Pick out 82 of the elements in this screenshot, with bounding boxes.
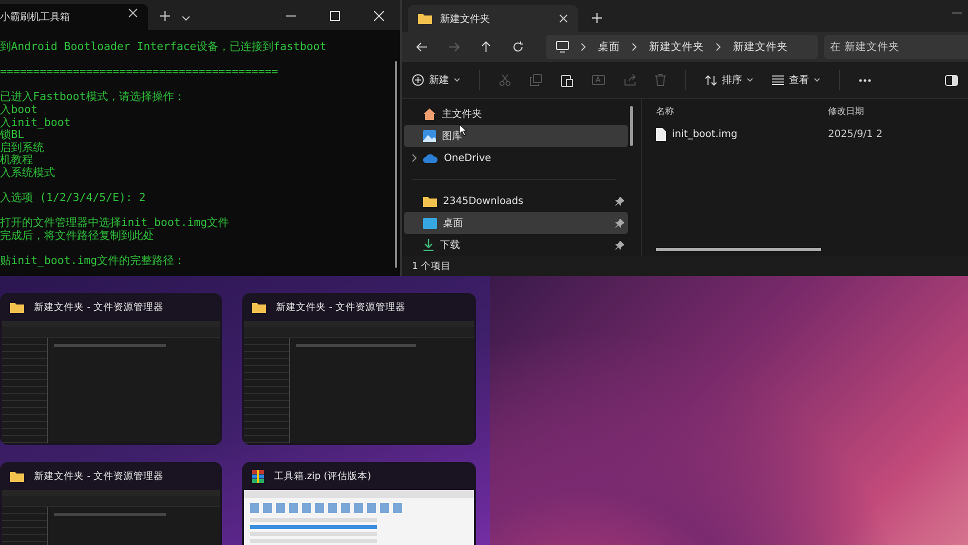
maximize-icon[interactable] (330, 11, 340, 21)
terminal-line: 机教程 (0, 154, 34, 166)
download-icon (423, 239, 434, 251)
window-thumbnail[interactable]: 新建文件夹 - 文件资源管理器 (242, 293, 476, 445)
forward-icon[interactable] (448, 41, 460, 53)
scrollbar[interactable] (395, 61, 397, 268)
chevron-icon[interactable] (412, 154, 417, 162)
close-icon[interactable] (559, 14, 568, 23)
folder-icon (10, 470, 24, 482)
terminal-line: 贴init_boot.img文件的完整路径： (0, 255, 186, 268)
back-icon[interactable] (416, 41, 428, 53)
chevron-icon (581, 43, 586, 51)
terminal-tab[interactable]: 小霸刷机工具箱 (0, 4, 148, 30)
address-bar[interactable]: 桌面 新建文件夹 新建文件夹 (546, 35, 818, 59)
home-icon (423, 108, 436, 120)
pin-icon (615, 196, 624, 206)
plus-circle-icon (412, 74, 424, 86)
scrollbar[interactable] (656, 248, 821, 251)
file-icon (656, 128, 666, 140)
nav-item[interactable]: 主文件夹 (404, 103, 628, 125)
dropdown-icon[interactable] (182, 16, 190, 21)
more-icon[interactable] (859, 78, 871, 82)
window-thumbnail[interactable]: 新建文件夹 - 文件资源管理器 (0, 462, 222, 545)
nav-item[interactable]: 2345Downloads (404, 190, 628, 212)
pin-icon (615, 240, 624, 250)
breadcrumb-item[interactable]: 新建文件夹 (649, 40, 704, 54)
sort-icon (705, 74, 717, 86)
terminal-line: 入系统模式 (0, 166, 56, 180)
nav-item[interactable]: 下载 (404, 234, 628, 256)
terminal-line: 打开的文件管理器中选择init_boot.img文件 (0, 217, 230, 230)
file-name: init_boot.img (672, 128, 738, 140)
terminal-line: 入init_boot (0, 116, 72, 129)
desktop-icon (423, 218, 437, 228)
terminal-line: 入选项 (1/2/3/4/5/E): 2 (0, 192, 147, 205)
nav-item[interactable]: 图库 (404, 125, 628, 147)
nav-item[interactable]: OneDrive (404, 147, 628, 169)
new-button[interactable]: 新建 (412, 73, 460, 87)
paste-icon[interactable] (561, 74, 573, 86)
chevron-icon (716, 43, 721, 51)
terminal-line: 启到系统 (0, 142, 45, 154)
list-icon (772, 75, 784, 85)
terminal-line: 已进入Fastboot模式，请选择操作： (0, 91, 186, 104)
item-count: 1 个项目 (412, 260, 452, 272)
folder-icon (252, 302, 266, 312)
picture-icon (423, 130, 436, 142)
window-thumbnail[interactable]: 新建文件夹 - 文件资源管理器 (0, 293, 222, 445)
view-button[interactable]: 查看 (772, 73, 820, 87)
up-icon[interactable] (480, 41, 492, 53)
nav-item[interactable]: 桌面 (404, 212, 628, 234)
breadcrumb-item[interactable]: 桌面 (598, 40, 620, 54)
caret-icon (814, 78, 820, 82)
caret-icon (747, 78, 753, 82)
breadcrumb-item[interactable]: 新建文件夹 (733, 40, 788, 54)
monitor-icon (556, 41, 569, 53)
chevron-icon (632, 43, 637, 51)
terminal-line: ========================================== (0, 66, 280, 79)
column-header[interactable]: 名称 (656, 104, 828, 118)
new-tab-icon[interactable] (592, 13, 602, 23)
archive-icon (252, 470, 264, 482)
file-row[interactable]: init_boot.img (656, 128, 828, 140)
cloud-icon (423, 154, 438, 162)
explorer-tab[interactable]: 新建文件夹 (408, 5, 578, 32)
pin-icon (615, 218, 624, 228)
caret-icon (454, 78, 460, 82)
folder-icon (10, 302, 24, 312)
refresh-icon[interactable] (512, 41, 524, 53)
search-field[interactable]: 在 新建文件夹 (824, 35, 968, 59)
terminal-line: 到Android Bootloader Interface设备，已连接到fastboot (0, 41, 328, 54)
new-tab-icon[interactable] (160, 11, 170, 21)
terminal-line: 锁BL (0, 129, 24, 142)
folder-icon (423, 196, 437, 206)
details-pane-icon[interactable] (945, 74, 958, 86)
terminal-line: 完成后，将文件路径复制到此处 (0, 230, 154, 242)
file-date: 2025/9/1 2 (828, 128, 882, 140)
terminal-line: 入boot (0, 104, 38, 117)
window-thumbnail[interactable]: 工具箱.zip (评估版本) (242, 462, 476, 545)
column-header[interactable]: 修改日期 (828, 104, 864, 118)
folder-icon (418, 13, 432, 24)
close-icon[interactable] (374, 11, 384, 21)
sort-button[interactable]: 排序 (705, 73, 753, 87)
close-icon[interactable] (128, 8, 138, 18)
scrollbar[interactable] (630, 106, 633, 146)
